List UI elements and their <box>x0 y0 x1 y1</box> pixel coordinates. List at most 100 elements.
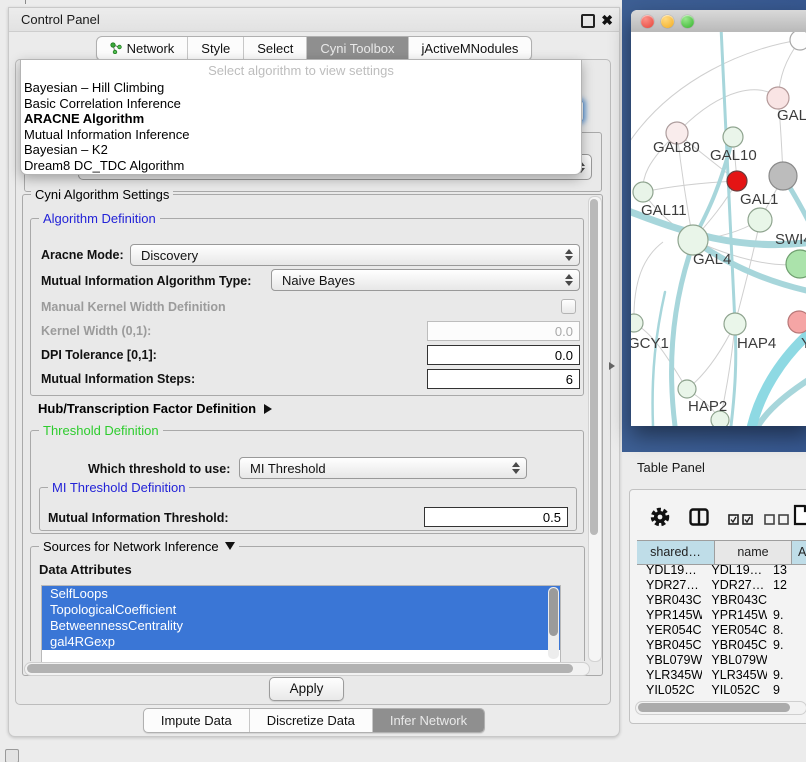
node-label: HAP4 <box>737 335 776 352</box>
tab-select[interactable]: Select <box>243 37 306 60</box>
tab-infer-network[interactable]: Infer Network <box>372 709 484 732</box>
node-HAP4[interactable] <box>724 313 746 335</box>
algorithm-option[interactable]: Dream8 DC_TDC Algorithm <box>21 158 581 174</box>
network-window-titlebar[interactable] <box>631 10 806 33</box>
mi-threshold-input[interactable]: 0.5 <box>424 507 568 527</box>
mi-threshold-definition-title: MI Threshold Definition <box>48 480 189 496</box>
mi-steps-label: Mutual Information Steps: <box>41 371 195 388</box>
table-horizontal-scrollbar[interactable] <box>635 701 806 715</box>
which-threshold-combo[interactable]: MI Threshold <box>239 457 527 479</box>
node-red-selected[interactable] <box>727 171 747 191</box>
kernel-width-label: Kernel Width (0,1): <box>41 323 151 340</box>
node-HAP2[interactable] <box>678 380 696 398</box>
apply-button[interactable]: Apply <box>269 677 344 701</box>
tab-style[interactable]: Style <box>187 37 243 60</box>
float-window-icon[interactable] <box>581 14 595 28</box>
select-all-checkboxes-icon[interactable] <box>728 512 754 530</box>
tab-discretize-data[interactable]: Discretize Data <box>249 709 372 732</box>
tab-infer-network-label: Infer Network <box>390 713 467 728</box>
node-GAL11[interactable] <box>633 182 653 202</box>
mi-threshold-label: Mutual Information Threshold: <box>48 510 229 527</box>
column-header-sharedname[interactable]: shared… <box>637 541 715 564</box>
minimize-traffic-light[interactable] <box>661 15 674 28</box>
network-graph: GAL GAL80 GAL10 GAL1 GAL11 SWI4 GAL4 GCY… <box>631 32 806 426</box>
node-label: GAL <box>777 107 806 124</box>
document-icon[interactable] <box>793 504 806 531</box>
algorithm-option[interactable]: Bayesian – K2 <box>21 142 581 158</box>
table-cell: YBL079W <box>637 653 702 668</box>
table-cell: YPR145W <box>637 608 702 623</box>
aracne-mode-combo[interactable]: Discovery <box>130 244 580 266</box>
algorithm-option-selected[interactable]: ARACNE Algorithm <box>21 111 581 127</box>
deselect-all-checkboxes-icon[interactable] <box>764 512 790 530</box>
table-row[interactable]: YBR045CYBR045C9. <box>637 638 806 653</box>
tab-jactivemnodules[interactable]: jActiveMNodules <box>408 37 532 60</box>
close-icon[interactable]: ✖ <box>601 10 613 30</box>
cyni-algorithm-settings-title: Cyni Algorithm Settings <box>31 187 173 203</box>
column-header-name[interactable]: name <box>715 541 792 564</box>
node-GAL-right[interactable] <box>767 87 789 109</box>
node-salmon[interactable] <box>788 311 806 333</box>
node-GCY1[interactable] <box>631 314 643 332</box>
attribute-item-selected[interactable]: SelfLoops <box>42 586 560 602</box>
node-unlabeled-top[interactable] <box>790 32 806 50</box>
table-row[interactable]: YDR27…YDR27…12 <box>637 578 806 593</box>
sources-title: Sources for Network Inference <box>43 539 219 554</box>
settings-vertical-scrollbar-thumb[interactable] <box>590 199 598 535</box>
hub-transcription-label: Hub/Transcription Factor Definition <box>38 401 256 416</box>
dpi-tolerance-label: DPI Tolerance [0,1]: <box>41 347 157 364</box>
table-cell: YLR345W <box>637 668 702 683</box>
algorithm-option[interactable]: Bayesian – Hill Climbing <box>21 80 581 96</box>
node-bright-green[interactable] <box>786 250 806 278</box>
tab-impute-data[interactable]: Impute Data <box>144 709 249 732</box>
table-row[interactable]: YER054CYER054C8. <box>637 623 806 638</box>
combo-arrows-icon <box>564 274 573 286</box>
table-cell: YPR145W <box>702 608 767 623</box>
hub-transcription-section-toggle[interactable]: Hub/Transcription Factor Definition <box>38 400 272 418</box>
attribute-item-selected[interactable]: gal4RGexp <box>42 634 560 650</box>
table-row[interactable]: YDL19…YDL19…13 <box>637 563 806 578</box>
table-header: shared… name A <box>637 540 806 565</box>
node-GAL1[interactable] <box>748 208 772 232</box>
tab-cyni-toolbox[interactable]: Cyni Toolbox <box>306 37 407 60</box>
zoom-traffic-light[interactable] <box>681 15 694 28</box>
node-gray[interactable] <box>769 162 797 190</box>
table-row[interactable]: YPR145WYPR145W9. <box>637 608 806 623</box>
table-horizontal-scrollbar-thumb[interactable] <box>638 703 790 712</box>
table-row[interactable]: YIL052CYIL052C9 <box>637 683 806 698</box>
collapsed-panel-icon[interactable] <box>5 749 19 762</box>
cyni-bottom-tabs: Impute Data Discretize Data Infer Networ… <box>9 708 619 733</box>
attributes-scrollbar[interactable] <box>548 587 559 659</box>
manual-kernel-width-checkbox[interactable] <box>561 299 576 314</box>
mi-algorithm-type-combo[interactable]: Naive Bayes <box>271 269 580 291</box>
table-row[interactable]: YBR043CYBR043C <box>637 593 806 608</box>
tab-network-label: Network <box>127 41 175 56</box>
table-settings-gear-icon[interactable] <box>649 506 671 533</box>
table-cell: YBR043C <box>702 593 767 608</box>
node-GAL10[interactable] <box>723 127 743 147</box>
table-row[interactable]: YBL079WYBL079W <box>637 653 806 668</box>
table-cell: YBR043C <box>637 593 702 608</box>
settings-horizontal-scrollbar-thumb[interactable] <box>27 664 573 673</box>
dpi-tolerance-input[interactable]: 0.0 <box>427 345 580 365</box>
attributes-scrollbar-thumb[interactable] <box>549 588 558 636</box>
panel-divider-handle[interactable] <box>609 362 615 370</box>
kernel-width-input[interactable]: 0.0 <box>427 321 580 341</box>
network-canvas[interactable]: GAL GAL80 GAL10 GAL1 GAL11 SWI4 GAL4 GCY… <box>631 32 806 426</box>
table-cell: 9. <box>767 608 806 623</box>
column-header-partial[interactable]: A <box>792 541 806 564</box>
close-traffic-light[interactable] <box>641 15 654 28</box>
mi-algorithm-type-value: Naive Bayes <box>282 273 355 288</box>
settings-horizontal-scrollbar[interactable] <box>24 662 590 676</box>
attribute-item-selected[interactable]: BetweennessCentrality <box>42 618 560 634</box>
table-row[interactable]: YLR345WYLR345W9. <box>637 668 806 683</box>
algorithm-option[interactable]: Mutual Information Inference <box>21 127 581 143</box>
algorithm-option[interactable]: Basic Correlation Inference <box>21 96 581 112</box>
settings-vertical-scrollbar[interactable] <box>588 196 602 662</box>
sources-section-toggle[interactable]: Sources for Network Inference <box>39 539 239 555</box>
tab-network[interactable]: Network <box>97 37 188 60</box>
mi-steps-input[interactable]: 6 <box>427 369 580 389</box>
attribute-item-selected[interactable]: TopologicalCoefficient <box>42 602 560 618</box>
table-cell: YBR045C <box>702 638 767 653</box>
column-layout-icon[interactable] <box>689 508 709 531</box>
